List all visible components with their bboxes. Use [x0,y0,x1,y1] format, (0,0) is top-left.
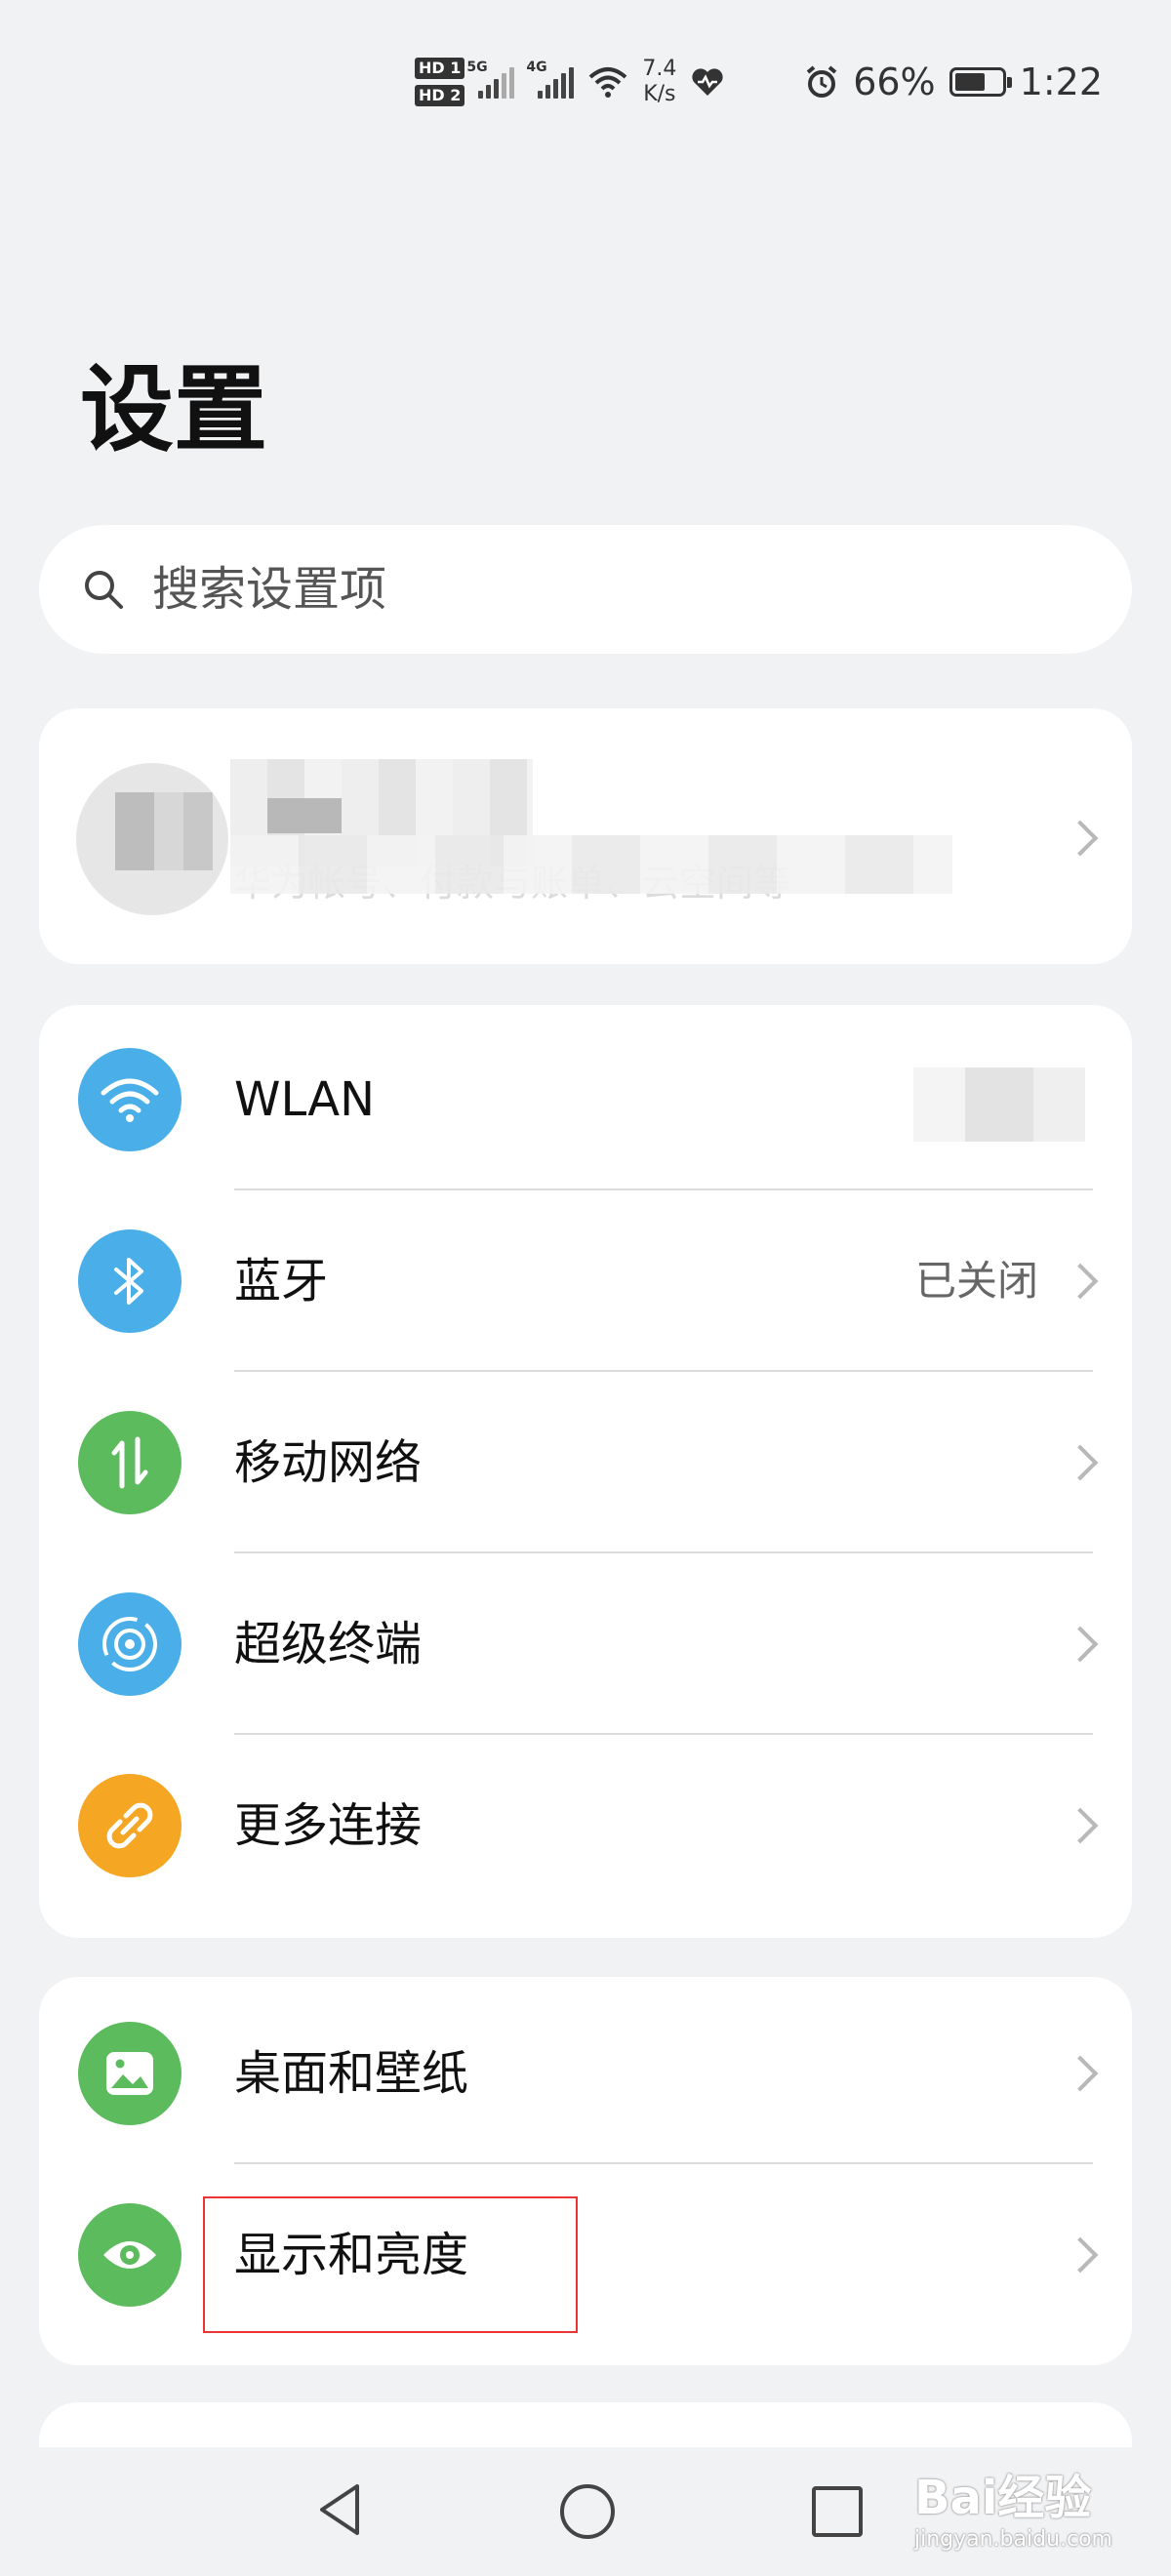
settings-item-super-device[interactable]: 超级终端 [39,1553,1132,1735]
chevron-right-icon [1062,1263,1099,1300]
account-card[interactable]: 华为帐号、付款与账单、云空间等 [39,708,1132,964]
settings-item-label: 蓝牙 [234,1254,329,1308]
highlight-box [203,2196,578,2333]
chevron-right-icon [1062,820,1099,857]
chevron-right-icon [1062,1626,1099,1663]
avatar [76,763,228,915]
signal-4g-icon: 4G [526,60,575,99]
sim-indicators: HD 1 HD 2 [415,58,465,106]
wifi-status-icon [589,67,627,98]
page-title: 设置 [80,355,267,464]
chevron-right-icon [1062,1807,1099,1844]
wifi-icon [78,1048,182,1151]
clock: 1:22 [1019,60,1103,103]
alarm-icon [806,65,837,98]
search-input[interactable] [150,561,1032,618]
settings-item-label: 超级终端 [234,1617,423,1671]
settings-item-label: 桌面和壁纸 [234,2046,469,2101]
settings-item-bluetooth[interactable]: 蓝牙 已关闭 [39,1190,1132,1372]
wlan-network-redacted [913,1067,1085,1142]
status-bar: HD 1 HD 2 5G 4G 7.4 K/s 66% 1:22 [0,0,1171,166]
sim1-badge: HD 1 [415,58,465,79]
settings-item-label: WLAN [234,1072,376,1127]
settings-item-mobile-network[interactable]: 移动网络 [39,1372,1132,1553]
super-device-icon [78,1592,182,1696]
chevron-right-icon [1062,2055,1099,2092]
battery-percent: 66% [853,60,936,103]
back-icon[interactable] [314,2480,365,2539]
settings-item-label: 移动网络 [234,1435,423,1490]
recents-icon[interactable] [812,2486,863,2537]
link-icon [78,1774,182,1877]
status-left: HD 1 HD 2 5G 4G 7.4 K/s [415,57,725,107]
home-icon[interactable] [560,2484,615,2539]
signal-5g-icon: 5G [466,60,515,99]
settings-item-wlan[interactable]: WLAN [39,1009,1132,1190]
account-subtext-redacted [230,835,952,894]
watermark: Bai经验 jingyan.baidu.com [913,2471,1112,2552]
connectivity-card: WLAN 蓝牙 已关闭 移动网络 超级终端 更多连接 [39,1005,1132,1938]
settings-item-more-connections[interactable]: 更多连接 [39,1735,1132,1916]
search-icon [85,571,123,609]
chevron-right-icon [1062,1444,1099,1481]
bluetooth-status: 已关闭 [914,1257,1038,1305]
mobile-data-icon [78,1411,182,1514]
network-rate: 7.4 K/s [642,57,677,106]
chevron-right-icon [1062,2236,1099,2274]
sim2-badge: HD 2 [415,85,465,106]
search-bar[interactable] [39,525,1132,654]
bluetooth-icon [78,1229,182,1333]
settings-item-wallpaper[interactable]: 桌面和壁纸 [39,1983,1132,2164]
status-right: 66% 1:22 [804,60,1103,103]
settings-item-label: 更多连接 [234,1798,423,1853]
eye-icon [78,2203,182,2307]
battery-icon [949,67,1012,97]
health-heart-icon [692,68,723,96]
wallpaper-icon [78,2022,182,2125]
